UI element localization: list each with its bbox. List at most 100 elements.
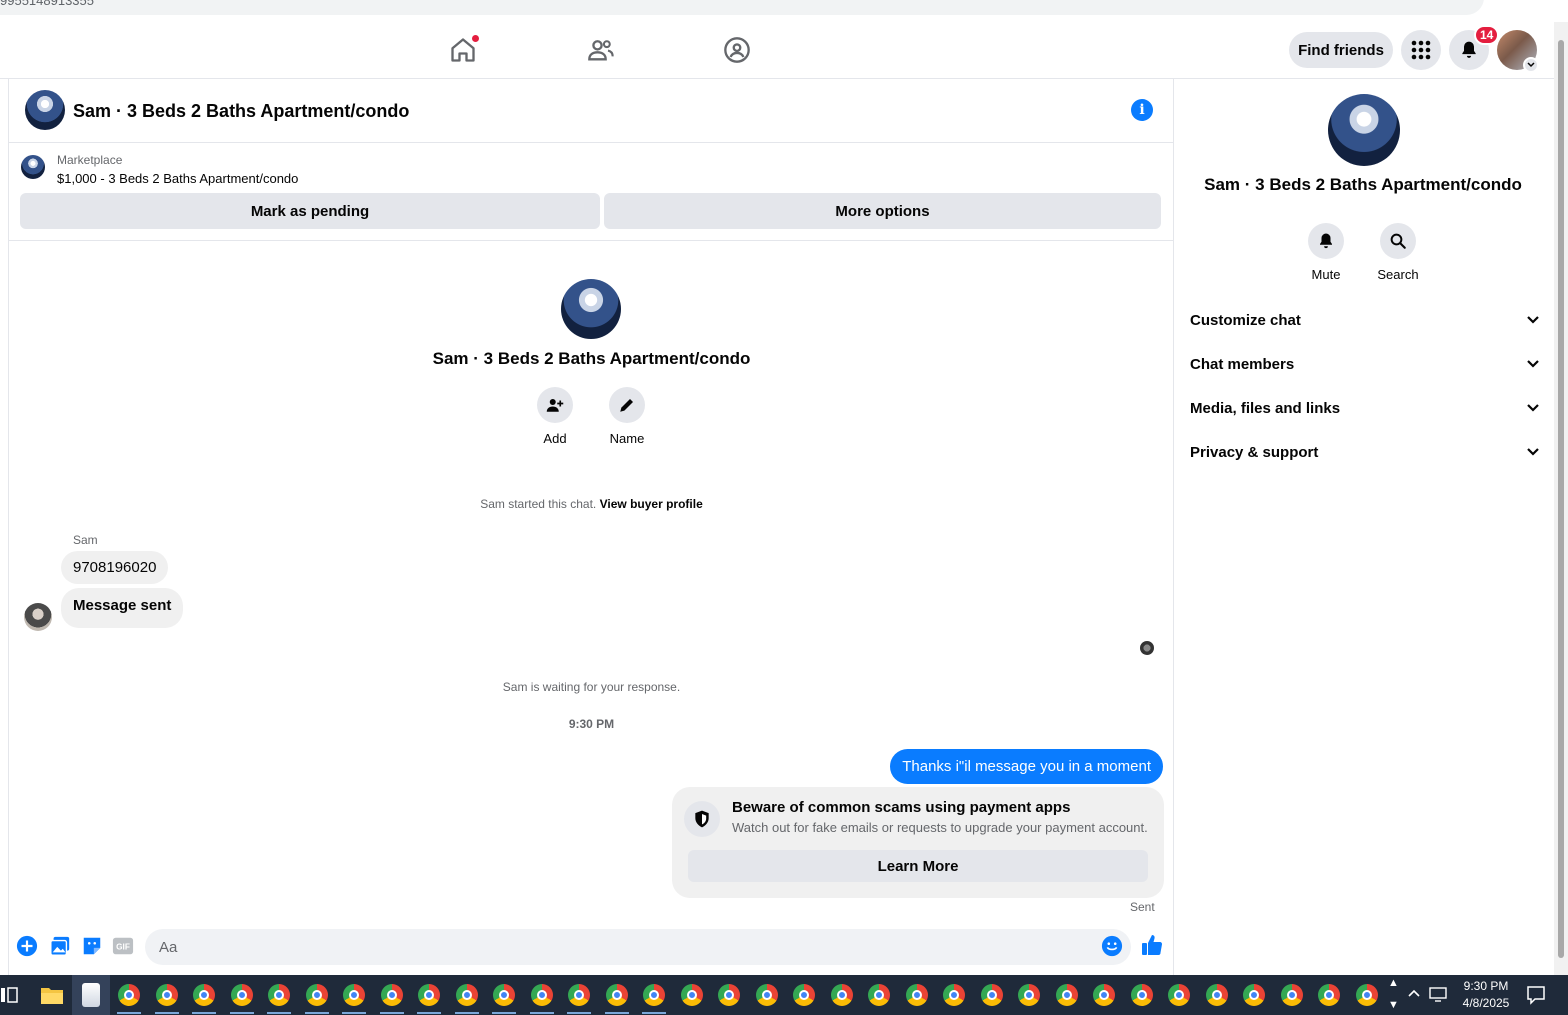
chrome-window-icon[interactable] xyxy=(1093,984,1115,1006)
find-friends-button[interactable]: Find friends xyxy=(1289,32,1393,68)
search-action[interactable]: Search xyxy=(1368,223,1428,282)
name-chat-action[interactable]: Name xyxy=(597,387,657,446)
section-media-files-links[interactable]: Media, files and links xyxy=(1190,390,1540,426)
incoming-message[interactable]: 9708196020 xyxy=(61,551,169,584)
chrome-window-icon[interactable] xyxy=(680,984,703,1006)
page-scrollbar[interactable] xyxy=(1554,22,1568,975)
chevron-down-icon xyxy=(1527,404,1539,412)
chevron-down-icon xyxy=(1527,360,1539,368)
message-timestamp: 9:30 PM xyxy=(568,717,615,731)
chat-started-text: Sam started this chat. xyxy=(480,497,597,511)
sender-avatar[interactable] xyxy=(24,603,52,631)
message-composer: GIF xyxy=(9,923,1174,975)
photo-icon[interactable] xyxy=(49,935,71,957)
chevron-down-icon[interactable] xyxy=(1523,57,1539,73)
chrome-window-icon[interactable] xyxy=(1168,984,1190,1006)
address-bar-url[interactable]: 9955148913355 xyxy=(0,0,94,8)
chrome-window-icon[interactable] xyxy=(343,984,365,1006)
chrome-window-icon[interactable] xyxy=(1243,984,1265,1006)
chat-info-panel: Sam · 3 Beds 2 Baths Apartment/condo Mut… xyxy=(1175,79,1554,975)
groups-icon[interactable] xyxy=(723,36,753,66)
chrome-window-icon[interactable] xyxy=(905,984,928,1006)
gif-label: GIF xyxy=(116,943,130,952)
chrome-window-icon[interactable] xyxy=(268,984,290,1006)
chrome-window-icon[interactable] xyxy=(1280,984,1303,1006)
friends-icon[interactable] xyxy=(587,36,617,66)
info-avatar[interactable] xyxy=(1328,94,1400,166)
taskbar-scroll-down-icon[interactable]: ▼ xyxy=(1388,999,1399,1011)
chrome-window-icon[interactable] xyxy=(230,984,253,1006)
window-open-indicator xyxy=(267,1012,291,1014)
chrome-window-icon[interactable] xyxy=(493,984,515,1006)
learn-more-button[interactable]: Learn More xyxy=(688,850,1148,882)
info-icon[interactable]: i xyxy=(1131,99,1153,121)
file-explorer-icon[interactable] xyxy=(40,985,64,1005)
chrome-window-icon[interactable] xyxy=(643,984,665,1006)
chevron-down-icon xyxy=(1527,316,1539,324)
chrome-window-icon[interactable] xyxy=(718,984,740,1006)
chrome-window-icon[interactable] xyxy=(830,984,853,1006)
thumbs-up-icon[interactable] xyxy=(1140,933,1163,955)
network-icon[interactable] xyxy=(1429,986,1447,1002)
chrome-window-icon[interactable] xyxy=(1318,984,1340,1006)
mark-as-pending-button[interactable]: Mark as pending xyxy=(20,193,600,229)
task-view-icon[interactable] xyxy=(0,986,18,1004)
view-buyer-profile-link[interactable]: View buyer profile xyxy=(600,497,703,511)
chrome-window-icon[interactable] xyxy=(305,984,328,1006)
listing-thumbnail[interactable] xyxy=(21,155,45,179)
section-customize-chat[interactable]: Customize chat xyxy=(1190,302,1540,338)
chrome-window-icon[interactable] xyxy=(380,984,403,1006)
action-center-icon[interactable] xyxy=(1526,985,1546,1005)
outgoing-message[interactable]: Thanks i"il message you in a moment xyxy=(890,749,1163,784)
chrome-window-icon[interactable] xyxy=(943,984,965,1006)
more-options-button[interactable]: More options xyxy=(604,193,1161,229)
listing-title[interactable]: $1,000 - 3 Beds 2 Baths Apartment/condo xyxy=(57,171,298,186)
add-people-action[interactable]: Add xyxy=(525,387,585,446)
mute-action[interactable]: Mute xyxy=(1296,223,1356,282)
chrome-window-icon[interactable] xyxy=(755,984,778,1006)
pencil-icon[interactable] xyxy=(609,387,645,423)
chrome-window-icon[interactable] xyxy=(193,984,215,1006)
incoming-message[interactable]: Message sent xyxy=(61,588,184,628)
chrome-window-icon[interactable] xyxy=(1205,984,1228,1006)
chat-title[interactable]: Sam · 3 Beds 2 Baths Apartment/condo xyxy=(73,101,409,122)
browser-address-bar[interactable]: 9955148913355 xyxy=(0,0,1568,22)
chrome-window-icon[interactable] xyxy=(793,984,815,1006)
menu-grid-icon[interactable] xyxy=(1401,30,1441,70)
chrome-window-icon[interactable] xyxy=(118,984,140,1006)
marketplace-listing: Marketplace $1,000 - 3 Beds 2 Baths Apar… xyxy=(9,143,1174,241)
home-notification-dot xyxy=(472,35,479,42)
window-open-indicator xyxy=(154,1012,179,1014)
plus-circle-icon[interactable] xyxy=(16,935,38,957)
emoji-icon[interactable] xyxy=(1101,935,1123,957)
section-privacy-support[interactable]: Privacy & support xyxy=(1190,434,1540,470)
taskbar-scroll-up-icon[interactable]: ▲ xyxy=(1388,977,1399,989)
chrome-window-icon[interactable] xyxy=(568,984,590,1006)
system-clock[interactable]: 9:30 PM 4/8/2025 xyxy=(1450,978,1522,1012)
message-input[interactable] xyxy=(145,929,1131,965)
section-chat-members[interactable]: Chat members xyxy=(1190,346,1540,382)
chevron-up-icon[interactable] xyxy=(1407,986,1421,1000)
chrome-window-icon[interactable] xyxy=(418,984,440,1006)
chat-avatar[interactable] xyxy=(25,90,65,130)
chrome-window-icon[interactable] xyxy=(980,984,1003,1006)
chrome-window-icon[interactable] xyxy=(1130,984,1153,1006)
chrome-window-icon[interactable] xyxy=(455,984,478,1006)
chrome-window-icon[interactable] xyxy=(1355,984,1378,1006)
add-person-icon[interactable] xyxy=(537,387,573,423)
chrome-window-icon[interactable] xyxy=(155,984,178,1006)
chrome-window-icon[interactable] xyxy=(1018,984,1040,1006)
intro-title: Sam · 3 Beds 2 Baths Apartment/condo xyxy=(432,349,751,368)
window-open-indicator xyxy=(567,1012,591,1014)
sticker-icon[interactable] xyxy=(81,935,103,957)
gif-icon[interactable]: GIF xyxy=(112,935,134,957)
chrome-window-icon[interactable] xyxy=(1055,984,1078,1006)
search-icon[interactable] xyxy=(1380,223,1416,259)
chrome-window-icon[interactable] xyxy=(605,984,628,1006)
window-open-indicator xyxy=(379,1012,404,1014)
mute-label: Mute xyxy=(1311,267,1341,282)
active-app-button[interactable] xyxy=(72,975,110,1015)
chrome-window-icon[interactable] xyxy=(868,984,890,1006)
chrome-window-icon[interactable] xyxy=(530,984,553,1006)
bell-icon[interactable] xyxy=(1308,223,1344,259)
